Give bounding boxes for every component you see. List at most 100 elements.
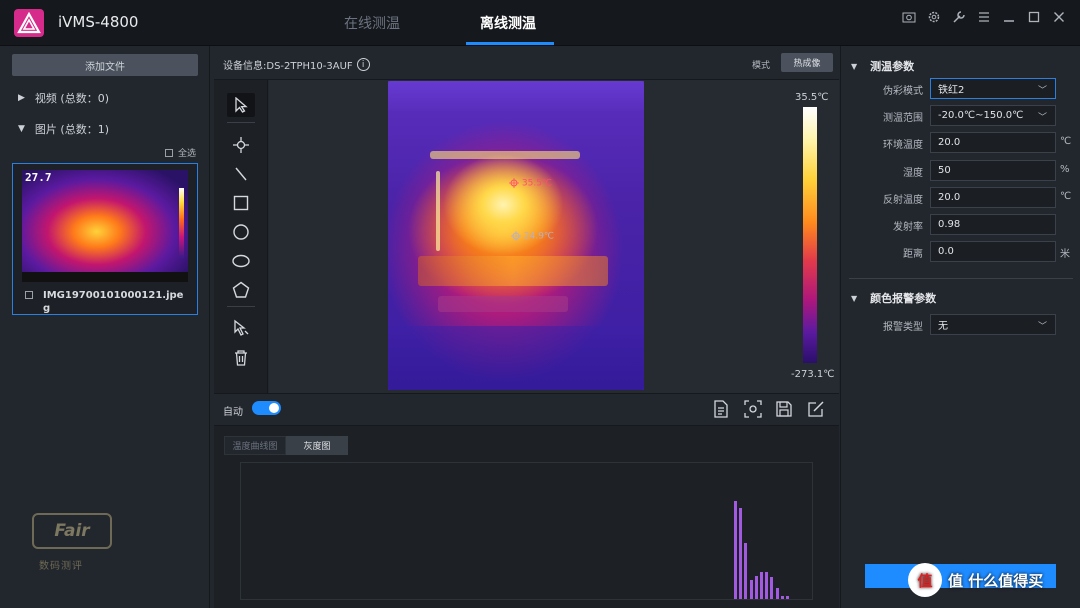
histogram-panel: 温度曲线图 灰度图 xyxy=(214,425,839,608)
reflected-temp-input[interactable]: 20.0 xyxy=(930,187,1056,208)
title-bar: iVMS-4800 在线测温 离线测温 xyxy=(0,0,1080,46)
mode-label: 模式 xyxy=(752,61,771,71)
ambient-temp-input[interactable]: 20.0 xyxy=(930,132,1056,153)
histogram-bar xyxy=(780,596,784,599)
camera-icon[interactable] xyxy=(900,9,918,25)
param-value: 0.0 xyxy=(938,246,954,257)
tab-temperature-curve[interactable]: 温度曲线图 xyxy=(224,436,286,455)
tab-offline-measure[interactable]: 离线测温 xyxy=(480,13,536,33)
thumbnail-file: IMG19700101000121.jpeg xyxy=(25,289,185,315)
histogram-bar xyxy=(749,579,753,599)
chevron-down-icon: ﹀ xyxy=(1037,322,1047,332)
param-value: 无 xyxy=(938,321,948,332)
line-tool-icon[interactable] xyxy=(227,162,255,186)
select-all-label: 全选 xyxy=(177,149,196,159)
video-group-label: 视频 (总数：0) xyxy=(34,92,109,105)
select-arrow-icon[interactable] xyxy=(227,93,255,117)
fair-watermark-title: Fair xyxy=(32,513,112,549)
maximize-icon[interactable] xyxy=(1025,9,1043,25)
delete-trash-icon[interactable] xyxy=(227,346,255,370)
histogram-bar xyxy=(775,588,779,599)
wrench-icon[interactable] xyxy=(950,9,968,25)
range-select[interactable]: -20.0℃~150.0℃ ﹀ xyxy=(930,105,1056,126)
measure-params-header[interactable]: ▼ 测温参数 xyxy=(851,58,914,74)
thumbnail-temp: 27.7 xyxy=(25,171,52,184)
menu-icon[interactable] xyxy=(975,9,993,25)
thumbnail-filename: IMG19700101000121.jpeg xyxy=(43,290,184,314)
auto-toggle[interactable] xyxy=(252,401,281,415)
select-all-checkbox[interactable] xyxy=(164,148,173,157)
gear-icon[interactable] xyxy=(925,9,943,25)
param-value: -20.0℃~150.0℃ xyxy=(938,110,1024,121)
param-label: 距离 xyxy=(903,249,923,260)
export-edit-icon[interactable] xyxy=(805,399,827,419)
histogram-bar xyxy=(770,577,774,599)
thermal-region xyxy=(388,81,644,111)
param-row-emissivity: 发射率 0.98 xyxy=(841,214,1080,236)
alarm-type-select[interactable]: 无 ﹀ xyxy=(930,314,1056,335)
select-move-icon[interactable] xyxy=(227,316,255,340)
close-icon[interactable] xyxy=(1050,9,1068,25)
circle-tool-icon[interactable] xyxy=(227,220,255,244)
emissivity-input[interactable]: 0.98 xyxy=(930,214,1056,235)
thermal-region xyxy=(388,326,644,390)
active-tab-underline xyxy=(466,42,554,45)
save-icon[interactable] xyxy=(773,399,795,419)
add-file-button[interactable]: 添加文件 xyxy=(12,54,198,76)
measure-params-title: 测温参数 xyxy=(870,60,915,73)
thermal-region xyxy=(430,151,580,159)
polygon-tool-icon[interactable] xyxy=(227,278,255,302)
device-bar: 设备信息:DS-2TPH10-3AUF i 模式 热成像 xyxy=(214,46,839,80)
ellipse-tool-icon[interactable] xyxy=(227,249,255,273)
rectangle-tool-icon[interactable] xyxy=(227,191,255,215)
alarm-params-title: 颜色报警参数 xyxy=(870,292,937,305)
param-row-palette: 伪彩模式 铁红2 ﹀ xyxy=(841,78,1080,100)
fair-watermark: Fair 数码测评 xyxy=(32,513,114,572)
collapse-down-icon[interactable]: ▼ xyxy=(851,294,857,303)
main-area: 设备信息:DS-2TPH10-3AUF i 模式 热成像 35.5℃ 24.9℃… xyxy=(214,46,839,608)
humidity-input[interactable]: 50 xyxy=(930,160,1056,181)
section-divider xyxy=(849,278,1073,279)
fair-watermark-subtitle: 数码测评 xyxy=(39,561,83,572)
thumbnail-footer xyxy=(22,272,188,282)
thumbnail-checkbox[interactable] xyxy=(25,291,33,299)
param-unit: ℃ xyxy=(1060,136,1072,147)
thermal-viewer[interactable]: 35.5℃ 24.9℃ 35.5℃ -273.1℃ xyxy=(269,80,839,436)
video-group[interactable]: ▶ 视频 (总数：0) xyxy=(18,90,109,106)
min-temp-label: 24.9℃ xyxy=(523,231,555,242)
collapse-down-icon[interactable]: ▼ xyxy=(851,62,857,71)
thermal-image[interactable]: 35.5℃ 24.9℃ xyxy=(388,81,644,390)
histogram-bar xyxy=(744,543,748,599)
max-temp-marker[interactable]: 35.5℃ xyxy=(509,178,552,189)
device-info: 设备信息:DS-2TPH10-3AUF i xyxy=(223,57,370,72)
histogram-bar xyxy=(765,571,769,599)
thermal-thumbnail: 27.7 xyxy=(22,170,188,282)
alarm-params-header[interactable]: ▼ 颜色报警参数 xyxy=(851,290,936,306)
info-icon[interactable]: i xyxy=(356,58,370,71)
thermal-mode-button[interactable]: 热成像 xyxy=(781,53,833,72)
scale-colorbar xyxy=(803,107,817,363)
tab-grayscale[interactable]: 灰度图 xyxy=(286,436,348,455)
distance-input[interactable]: 0.0 xyxy=(930,241,1056,262)
histogram-bar xyxy=(786,596,789,599)
report-icon[interactable] xyxy=(710,399,732,419)
expand-down-icon[interactable]: ▼ xyxy=(18,124,25,134)
image-group[interactable]: ▼ 图片 (总数：1) xyxy=(18,121,109,137)
app-title: iVMS-4800 xyxy=(58,13,139,31)
image-thumbnail-card[interactable]: 27.7 IMG19700101000121.jpeg xyxy=(12,163,198,315)
param-unit: % xyxy=(1060,164,1070,175)
tab-online-measure[interactable]: 在线测温 xyxy=(344,13,400,33)
point-crosshair-icon[interactable] xyxy=(227,133,255,157)
select-all[interactable]: 全选 xyxy=(164,146,196,159)
param-unit: ℃ xyxy=(1060,191,1072,202)
chevron-down-icon: ﹀ xyxy=(1037,86,1047,96)
param-row-reflected: 反射温度 20.0 ℃ xyxy=(841,187,1080,209)
app-logo xyxy=(14,9,44,37)
param-value: 20.0 xyxy=(938,137,961,148)
minimize-icon[interactable] xyxy=(1000,9,1018,25)
param-label: 湿度 xyxy=(903,168,923,179)
min-temp-marker[interactable]: 24.9℃ xyxy=(511,231,554,242)
palette-select[interactable]: 铁红2 ﹀ xyxy=(930,78,1056,99)
screenshot-icon[interactable] xyxy=(742,399,764,419)
expand-right-icon[interactable]: ▶ xyxy=(18,93,25,103)
